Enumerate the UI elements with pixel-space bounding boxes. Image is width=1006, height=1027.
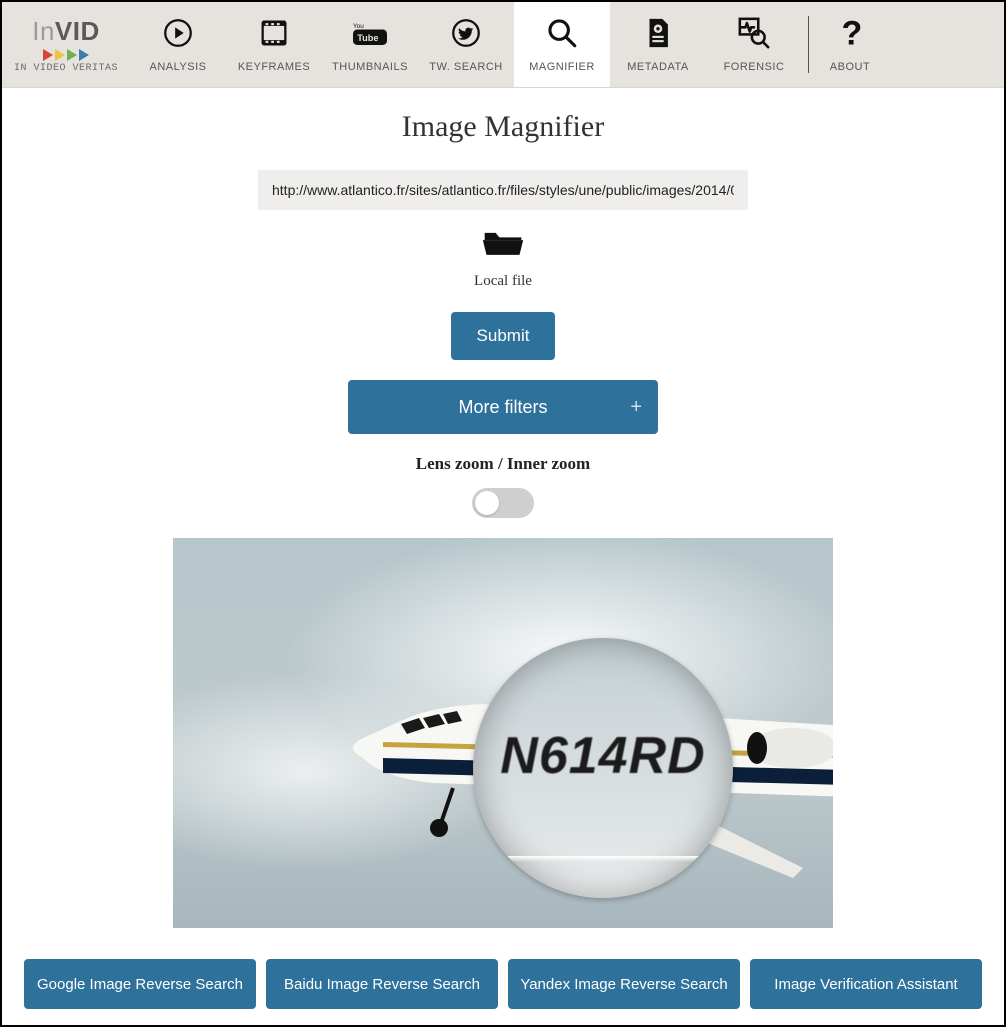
nav-label: THUMBNAILS	[332, 61, 408, 73]
zoom-mode-label: Lens zoom / Inner zoom	[416, 454, 590, 474]
google-reverse-search-button[interactable]: Google Image Reverse Search	[24, 959, 256, 1009]
magnifier-lens[interactable]: N614RD	[473, 638, 733, 898]
nav-about[interactable]: ? ABOUT	[815, 2, 885, 87]
toggle-knob	[475, 491, 499, 515]
nav-magnifier[interactable]: MAGNIFIER	[514, 2, 610, 87]
magnifier-icon	[545, 16, 579, 55]
nav-label: FORENSIC	[724, 61, 785, 73]
plus-icon: +	[630, 396, 642, 419]
submit-button[interactable]: Submit	[451, 312, 556, 360]
tail-number-text: N614RD	[500, 726, 705, 786]
youtube-icon: You Tube	[353, 16, 387, 55]
image-url-input[interactable]	[258, 170, 748, 210]
image-preview[interactable]: N614RD	[173, 538, 833, 928]
page-title: Image Magnifier	[402, 110, 604, 144]
image-verification-assistant-button[interactable]: Image Verification Assistant	[750, 959, 982, 1009]
zoom-mode-toggle[interactable]	[472, 488, 534, 518]
file-info-icon	[641, 16, 675, 55]
nav-thumbnails[interactable]: You Tube THUMBNAILS	[322, 2, 418, 87]
svg-text:You: You	[353, 23, 364, 30]
nav-label: ABOUT	[830, 61, 870, 73]
nav-label: METADATA	[627, 61, 688, 73]
brand-arrows	[43, 49, 89, 61]
top-nav: InVID IN VIDEO VERITAS ANALYSIS KEYFRAME…	[2, 2, 1004, 88]
folder-open-icon	[481, 224, 525, 265]
nav-label: MAGNIFIER	[529, 61, 595, 73]
nav-label: KEYFRAMES	[238, 61, 310, 73]
play-circle-icon	[161, 16, 195, 55]
filmstrip-icon	[257, 16, 291, 55]
more-filters-label: More filters	[458, 397, 547, 418]
pulse-magnifier-icon	[737, 16, 771, 55]
nav-forensic[interactable]: FORENSIC	[706, 2, 802, 87]
brand-name: InVID	[32, 16, 100, 47]
nav-keyframes[interactable]: KEYFRAMES	[226, 2, 322, 87]
baidu-reverse-search-button[interactable]: Baidu Image Reverse Search	[266, 959, 498, 1009]
reverse-search-row: Google Image Reverse Search Baidu Image …	[2, 959, 1004, 1009]
local-file-upload[interactable]: Local file	[474, 224, 532, 290]
nav-label: TW. SEARCH	[429, 61, 502, 73]
brand-logo: InVID IN VIDEO VERITAS	[2, 2, 130, 87]
nav-label: ANALYSIS	[150, 61, 207, 73]
twitter-circle-icon	[449, 16, 483, 55]
nav-twsearch[interactable]: TW. SEARCH	[418, 2, 514, 87]
main-content: Image Magnifier Local file Submit More f…	[2, 88, 1004, 928]
local-file-label: Local file	[474, 273, 532, 290]
svg-text:Tube: Tube	[357, 33, 378, 43]
yandex-reverse-search-button[interactable]: Yandex Image Reverse Search	[508, 959, 740, 1009]
svg-text:?: ?	[842, 16, 863, 50]
question-icon: ?	[833, 16, 867, 55]
nav-metadata[interactable]: METADATA	[610, 2, 706, 87]
more-filters-button[interactable]: More filters +	[348, 380, 658, 434]
nav-analysis[interactable]: ANALYSIS	[130, 2, 226, 87]
nav-separator	[808, 16, 809, 73]
brand-tagline: IN VIDEO VERITAS	[14, 63, 118, 74]
